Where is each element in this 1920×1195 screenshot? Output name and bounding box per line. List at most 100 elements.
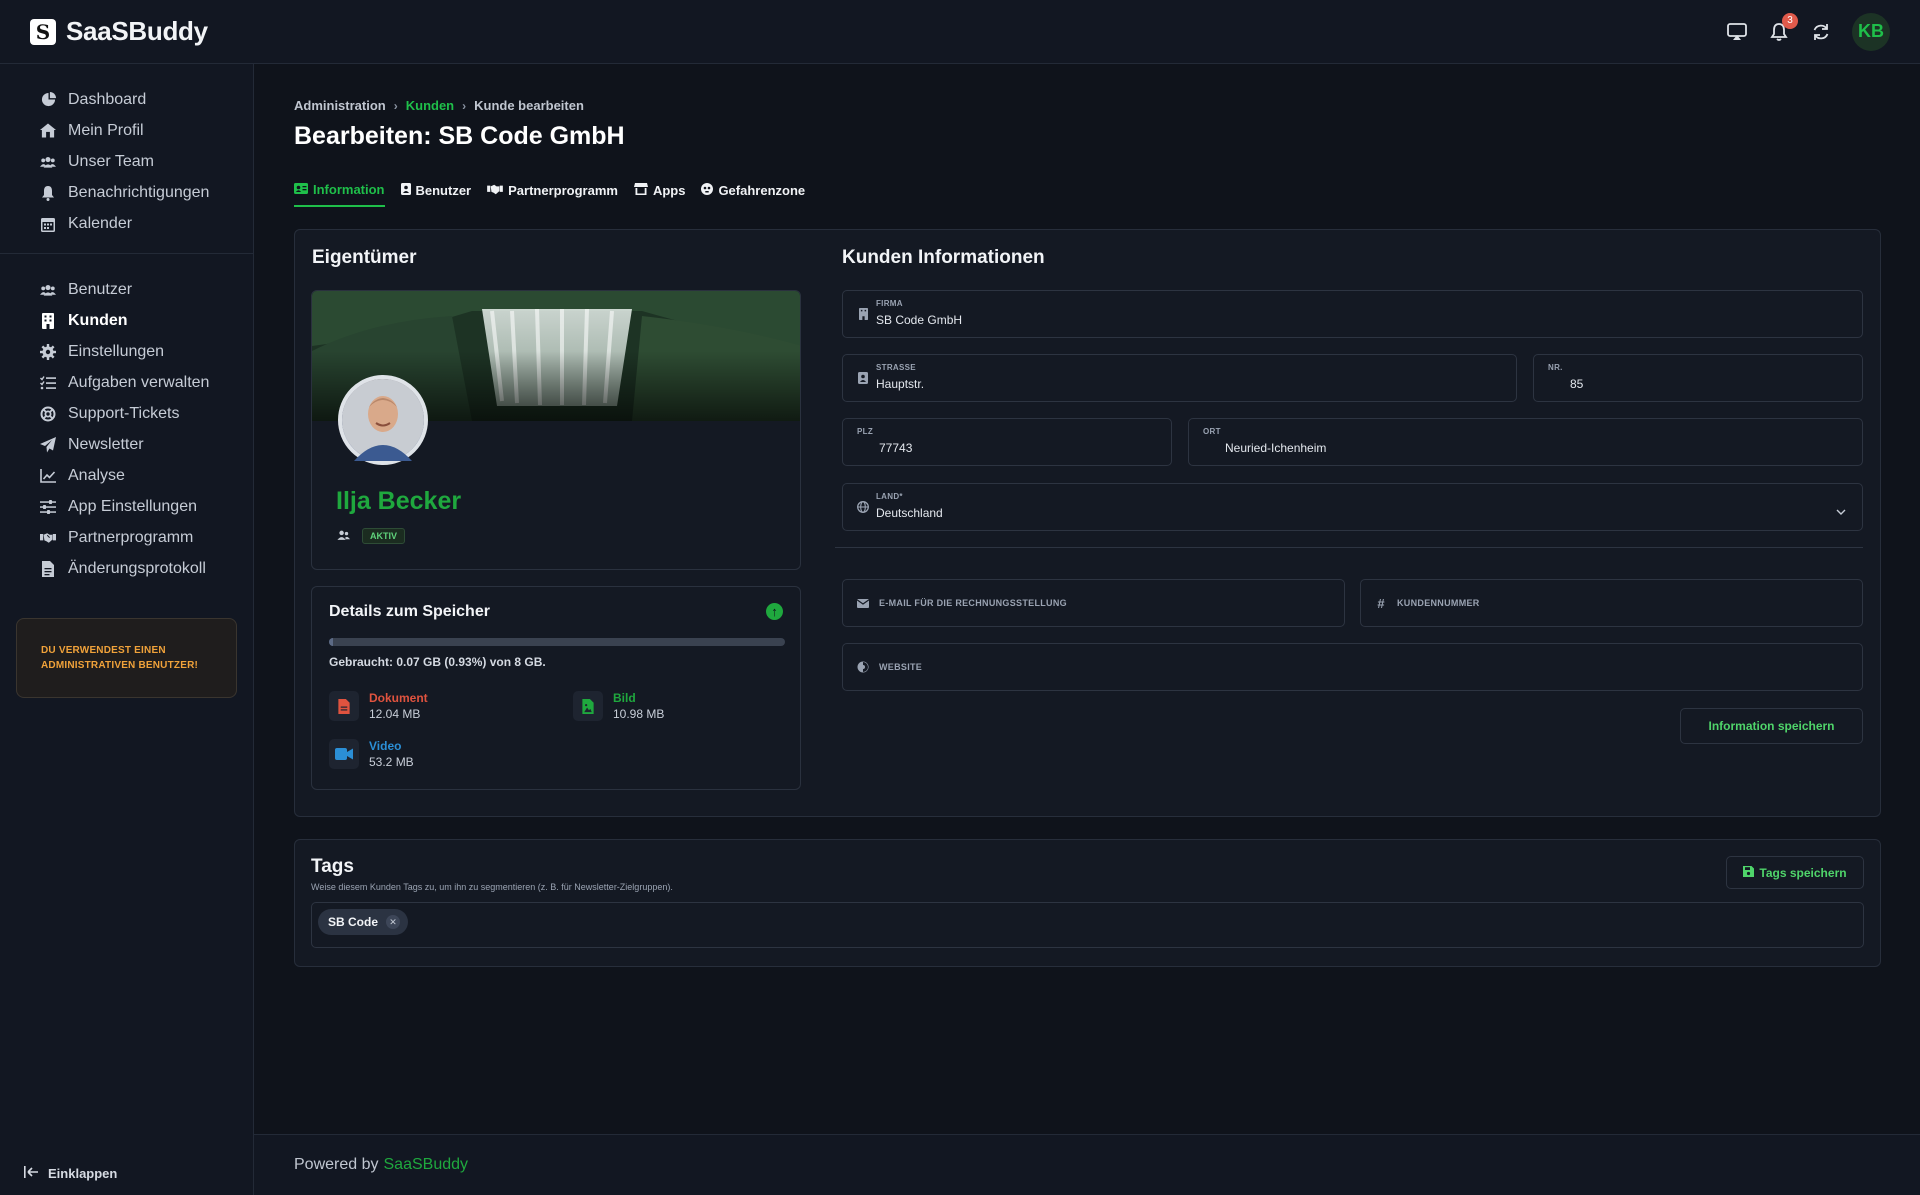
sidebar-item-label: Änderungsprotokoll	[68, 559, 206, 577]
sidebar-item-dashboard[interactable]: Dashboard	[40, 84, 253, 115]
owner-section-title: Eigentümer	[312, 247, 417, 268]
form-divider	[835, 547, 1863, 548]
kundennummer-field[interactable]: # KUNDENNUMMER	[1360, 579, 1863, 627]
page-title: Bearbeiten: SB Code GmbH	[294, 122, 625, 150]
sidebar-item-label: Mein Profil	[68, 121, 144, 139]
users-icon	[40, 154, 56, 170]
sidebar-item-label: App Einstellungen	[68, 497, 197, 515]
file-type-label: Bild	[613, 691, 636, 705]
ort-field[interactable]: ORT Neuried-Ichenheim	[1188, 418, 1863, 466]
save-tags-label: Tags speichern	[1759, 865, 1847, 880]
storage-progress-fill	[329, 638, 334, 646]
footer-brand-link[interactable]: SaaSBuddy	[384, 1156, 469, 1174]
nr-field[interactable]: NR. 85	[1533, 354, 1863, 402]
sidebar-item-partnerprogramm[interactable]: Partnerprogramm	[40, 522, 253, 553]
admin-warning-box: DU VERWENDEST EINEN ADMINISTRATIVEN BENU…	[16, 618, 237, 698]
kundennummer-placeholder: KUNDENNUMMER	[1397, 598, 1480, 608]
breadcrumb-separator-icon: ›	[462, 98, 467, 113]
ort-label: ORT	[1203, 427, 1221, 436]
tag-input[interactable]: SB Code ✕	[311, 902, 1864, 948]
user-card-icon	[400, 183, 411, 198]
owner-name: Ilja Becker	[336, 487, 462, 515]
sidebar: Dashboard Mein Profil Unser Team Benachr…	[0, 64, 254, 1195]
land-select[interactable]: LAND* Deutschland	[842, 483, 1863, 531]
sidebar-item-app-einstellungen[interactable]: App Einstellungen	[40, 491, 253, 522]
tab-label: Information	[313, 182, 385, 197]
file-type-video: Video 53.2 MB	[329, 739, 414, 769]
chart-pie-icon	[40, 92, 56, 108]
sidebar-item-kalender[interactable]: Kalender	[40, 208, 253, 239]
save-information-button[interactable]: Information speichern	[1680, 708, 1863, 744]
tab-apps[interactable]: Apps	[633, 182, 685, 207]
sidebar-item-mein-profil[interactable]: Mein Profil	[40, 115, 253, 146]
email-field[interactable]: E-MAIL FÜR DIE RECHNUNGSSTELLUNG	[842, 579, 1345, 627]
file-icon	[40, 560, 56, 577]
gear-icon	[40, 343, 56, 360]
tab-gefahrenzone[interactable]: Gefahrenzone	[701, 182, 805, 207]
top-bar: S SaaSBuddy 3 KB	[0, 0, 1920, 64]
upload-icon[interactable]: ↑	[766, 603, 783, 620]
breadcrumb-kunden[interactable]: Kunden	[406, 98, 454, 113]
sidebar-item-label: Analyse	[68, 466, 125, 484]
breadcrumb: Administration › Kunden › Kunde bearbeit…	[294, 98, 584, 113]
website-field[interactable]: WEBSITE	[842, 643, 1863, 691]
breadcrumb-root[interactable]: Administration	[294, 98, 386, 113]
user-avatar[interactable]: KB	[1852, 12, 1890, 51]
website-icon	[857, 660, 869, 674]
calendar-icon	[40, 216, 56, 232]
sidebar-item-unser-team[interactable]: Unser Team	[40, 146, 253, 177]
sidebar-item-support-tickets[interactable]: Support-Tickets	[40, 398, 253, 429]
remove-tag-icon[interactable]: ✕	[386, 915, 401, 929]
storage-card: Details zum Speicher ↑ Gebraucht: 0.07 G…	[311, 586, 801, 790]
tab-benutzer[interactable]: Benutzer	[400, 182, 471, 207]
sidebar-item-newsletter[interactable]: Newsletter	[40, 429, 253, 460]
tab-information[interactable]: Information	[294, 182, 385, 207]
tab-partnerprogramm[interactable]: Partnerprogramm	[487, 182, 618, 207]
notification-count-badge: 3	[1782, 12, 1798, 29]
sidebar-item-benachrichtigungen[interactable]: Benachrichtigungen	[40, 177, 253, 208]
save-tags-button[interactable]: Tags speichern	[1726, 856, 1864, 889]
refresh-icon[interactable]	[1810, 21, 1832, 43]
sidebar-item-label: Einstellungen	[68, 342, 165, 360]
website-placeholder: WEBSITE	[879, 662, 923, 672]
brand[interactable]: S SaaSBuddy	[30, 16, 208, 47]
firma-field[interactable]: FIRMA SB Code GmbH	[842, 290, 1863, 338]
sidebar-item-einstellungen[interactable]: Einstellungen	[40, 336, 253, 367]
envelope-icon	[857, 596, 869, 610]
land-value: Deutschland	[876, 506, 943, 520]
sidebar-item-label: Dashboard	[68, 90, 147, 108]
sidebar-item-label: Support-Tickets	[68, 404, 180, 422]
strasse-field[interactable]: STRASSE Hauptstr.	[842, 354, 1517, 402]
sidebar-item-aufgaben-verwalten[interactable]: Aufgaben verwalten	[40, 367, 253, 398]
sidebar-item-label: Kalender	[68, 214, 133, 232]
breadcrumb-current: Kunde bearbeiten	[474, 98, 584, 113]
video-icon	[329, 739, 359, 769]
file-icon	[329, 691, 359, 721]
store-icon	[633, 183, 648, 198]
file-type-size: 12.04 MB	[369, 707, 421, 721]
top-actions: 3 KB	[1726, 12, 1890, 51]
sidebar-item-aenderungsprotokoll[interactable]: Änderungsprotokoll	[40, 553, 253, 584]
owner-avatar	[338, 375, 428, 465]
owner-meta: AKTIV	[336, 527, 405, 545]
collapse-sidebar-button[interactable]: Einklappen	[24, 1166, 117, 1181]
cast-icon[interactable]	[1726, 21, 1748, 43]
lifebuoy-icon	[40, 406, 56, 422]
sidebar-item-kunden[interactable]: Kunden	[40, 305, 253, 336]
plz-field[interactable]: PLZ 77743	[842, 418, 1172, 466]
sliders-icon	[40, 499, 56, 515]
sidebar-item-analyse[interactable]: Analyse	[40, 460, 253, 491]
users-icon	[336, 527, 350, 545]
notifications-bell-icon[interactable]: 3	[1768, 12, 1798, 43]
tab-label: Partnerprogramm	[508, 183, 618, 198]
strasse-value: Hauptstr.	[876, 377, 925, 391]
file-type-label: Dokument	[369, 691, 428, 705]
file-type-size: 10.98 MB	[613, 707, 665, 721]
land-label: LAND*	[876, 492, 903, 501]
tag-chip: SB Code ✕	[318, 909, 409, 935]
address-card-icon	[857, 371, 869, 385]
sidebar-item-label: Unser Team	[68, 152, 154, 170]
sidebar-item-benutzer[interactable]: Benutzer	[40, 274, 253, 305]
users-icon	[40, 282, 56, 298]
file-type-label: Video	[369, 739, 402, 753]
